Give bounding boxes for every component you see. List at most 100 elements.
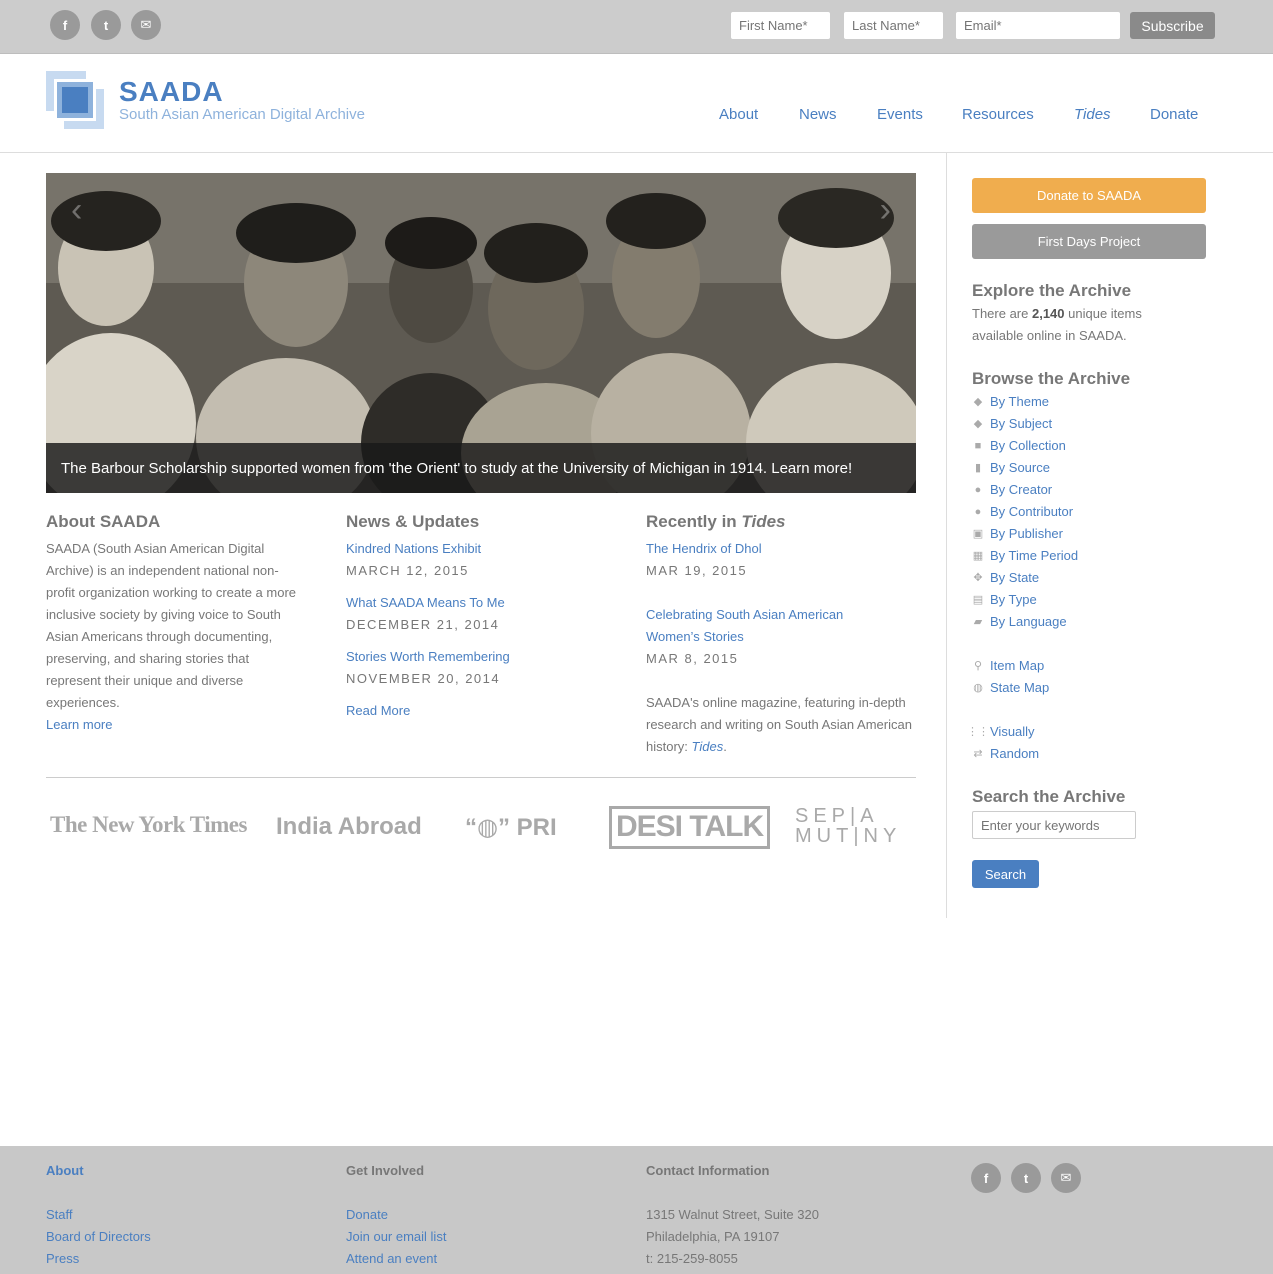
subscribe-button[interactable]: Subscribe <box>1130 12 1215 39</box>
news-item-date: November 20, 2014 <box>346 671 501 686</box>
comment-icon: ▰ <box>973 616 983 628</box>
tides-item-title[interactable]: Celebrating South Asian American Women’s… <box>646 604 876 648</box>
tides-item-date: MAR 19, 2015 <box>646 563 748 578</box>
email-icon[interactable]: ✉ <box>131 10 161 40</box>
divider <box>46 777 916 778</box>
pri-logo[interactable]: “◍” PRI <box>465 813 557 842</box>
explore-text: There are 2,140 unique items available o… <box>972 306 1142 343</box>
sepia-mutiny-logo[interactable]: SEP|A MUT|NY <box>795 806 915 846</box>
about-learn-more-link[interactable]: Learn more <box>46 714 306 736</box>
tides-link[interactable]: Tides <box>692 739 724 754</box>
nav-about[interactable]: About <box>719 106 758 123</box>
nav-news[interactable]: News <box>799 106 837 123</box>
news-item-title[interactable]: Stories Worth Remembering <box>346 646 606 668</box>
footer-link-board[interactable]: Board of Directors <box>46 1226 151 1248</box>
browse-by-state[interactable]: ✥ By State <box>972 567 1078 589</box>
footer-link-attend-event[interactable]: Attend an event <box>346 1248 437 1270</box>
item-map-link[interactable]: ⚲ Item Map <box>972 655 1078 677</box>
email-field[interactable] <box>956 12 1120 39</box>
footer-address-line: Philadelphia, PA 19107 <box>646 1229 780 1244</box>
news-column: News & Updates Kindred Nations Exhibit M… <box>346 510 606 722</box>
sidebar-divider <box>946 153 947 918</box>
tides-item-title[interactable]: The Hendrix of Dhol <box>646 538 916 560</box>
grid-icon: ⋮⋮ <box>967 726 989 738</box>
user-icon: ● <box>974 484 982 496</box>
email-icon[interactable]: ✉ <box>1051 1163 1081 1193</box>
briefcase-icon: ■ <box>974 440 982 452</box>
browse-random-link[interactable]: ⇄ Random <box>972 743 1078 765</box>
nav-resources[interactable]: Resources <box>962 106 1034 123</box>
footer-link-staff[interactable]: Staff <box>46 1204 73 1226</box>
news-read-more-link[interactable]: Read More <box>346 700 606 722</box>
browse-list: ◆ By Theme ◆ By Subject ■ By Collection ▮ By… <box>967 391 1078 765</box>
footer-address-line: 1315 Walnut Street, Suite 320 <box>646 1207 819 1222</box>
tides-item-date: MAR 8, 2015 <box>646 651 739 666</box>
user-icon: ● <box>974 506 982 518</box>
featured-slideshow[interactable]: ‹ › The Barbour Scholarship supported wo… <box>46 173 916 493</box>
first-name-field[interactable] <box>731 12 830 39</box>
retweet-icon: ⇄ <box>973 748 983 760</box>
nav-events[interactable]: Events <box>877 106 923 123</box>
news-item-title[interactable]: What SAADA Means To Me <box>346 592 606 614</box>
footer-link-press[interactable]: Press <box>46 1248 79 1270</box>
desi-talk-logo[interactable]: DESI TALK <box>609 806 771 849</box>
tides-heading: Recently in Tides <box>646 512 786 531</box>
india-abroad-logo[interactable]: India Abroad <box>276 813 422 841</box>
about-heading: About SAADA <box>46 512 161 531</box>
twitter-icon[interactable]: t <box>1011 1163 1041 1193</box>
browse-by-creator[interactable]: ● By Creator <box>972 479 1078 501</box>
top-bar: f t ✉ Subscribe <box>0 0 1273 54</box>
print-icon: ▣ <box>972 528 984 540</box>
book-icon: ▮ <box>974 462 982 474</box>
about-text: SAADA (South Asian American Digital Arch… <box>46 541 297 710</box>
slide-caption[interactable]: The Barbour Scholarship supported women … <box>46 443 916 493</box>
explore-heading: Explore the Archive <box>972 281 1132 300</box>
browse-heading: Browse the Archive <box>972 369 1131 388</box>
browse-by-subject[interactable]: ◆ By Subject <box>972 413 1078 435</box>
site-footer: About Staff Board of Directors Press Get… <box>0 1146 1273 1274</box>
map-marker-icon: ⚲ <box>973 660 983 672</box>
slide-next-icon[interactable]: › <box>880 191 891 230</box>
film-icon: ▤ <box>972 594 984 606</box>
browse-by-source[interactable]: ▮ By Source <box>972 457 1078 479</box>
calendar-icon: ▦ <box>972 550 984 562</box>
first-days-project-button[interactable]: First Days Project <box>972 224 1206 259</box>
slide-prev-icon[interactable]: ‹ <box>71 191 82 230</box>
saada-logo-icon[interactable] <box>46 71 104 129</box>
browse-by-collection[interactable]: ■ By Collection <box>972 435 1078 457</box>
footer-link-email-list[interactable]: Join our email list <box>346 1226 446 1248</box>
globe-icon: ◍ <box>973 682 983 694</box>
nyt-logo[interactable]: The New York Times <box>50 812 247 838</box>
donate-to-saada-button[interactable]: Donate to SAADA <box>972 178 1206 213</box>
logo-title[interactable]: SAADA <box>119 76 224 108</box>
search-input[interactable] <box>972 811 1136 839</box>
facebook-icon[interactable]: f <box>971 1163 1001 1193</box>
state-map-link[interactable]: ◍ State Map <box>972 677 1078 699</box>
logo-subtitle: South Asian American Digital Archive <box>119 106 365 123</box>
nav-donate[interactable]: Donate <box>1150 106 1198 123</box>
tides-column: Recently in Tides The Hendrix of Dhol MA… <box>646 510 916 758</box>
footer-phone: t: 215-259-8055 <box>646 1251 738 1266</box>
footer-link-donate[interactable]: Donate <box>346 1204 388 1226</box>
browse-by-language[interactable]: ▰ By Language <box>972 611 1078 633</box>
browse-visually-link[interactable]: ⋮⋮ Visually <box>967 721 1078 743</box>
tag-icon: ◆ <box>973 418 983 430</box>
browse-by-type[interactable]: ▤ By Type <box>972 589 1078 611</box>
about-column: About SAADA SAADA (South Asian American … <box>46 510 306 736</box>
browse-by-theme[interactable]: ◆ By Theme <box>972 391 1078 413</box>
search-button[interactable]: Search <box>972 860 1039 888</box>
news-item-title[interactable]: Kindred Nations Exhibit <box>346 538 606 560</box>
last-name-field[interactable] <box>844 12 943 39</box>
nav-tides[interactable]: Tides <box>1074 106 1111 123</box>
compass-icon: ✥ <box>973 572 983 584</box>
browse-by-time-period[interactable]: ▦ By Time Period <box>972 545 1078 567</box>
footer-contact-heading: Contact Information <box>646 1163 770 1178</box>
search-heading: Search the Archive <box>972 787 1126 806</box>
twitter-icon[interactable]: t <box>91 10 121 40</box>
news-item-date: December 21, 2014 <box>346 617 500 632</box>
browse-by-contributor[interactable]: ● By Contributor <box>972 501 1078 523</box>
browse-by-publisher[interactable]: ▣ By Publisher <box>972 523 1078 545</box>
footer-about-heading[interactable]: About <box>46 1163 84 1178</box>
tides-description: SAADA's online magazine, featuring in-de… <box>646 695 912 754</box>
facebook-icon[interactable]: f <box>50 10 80 40</box>
